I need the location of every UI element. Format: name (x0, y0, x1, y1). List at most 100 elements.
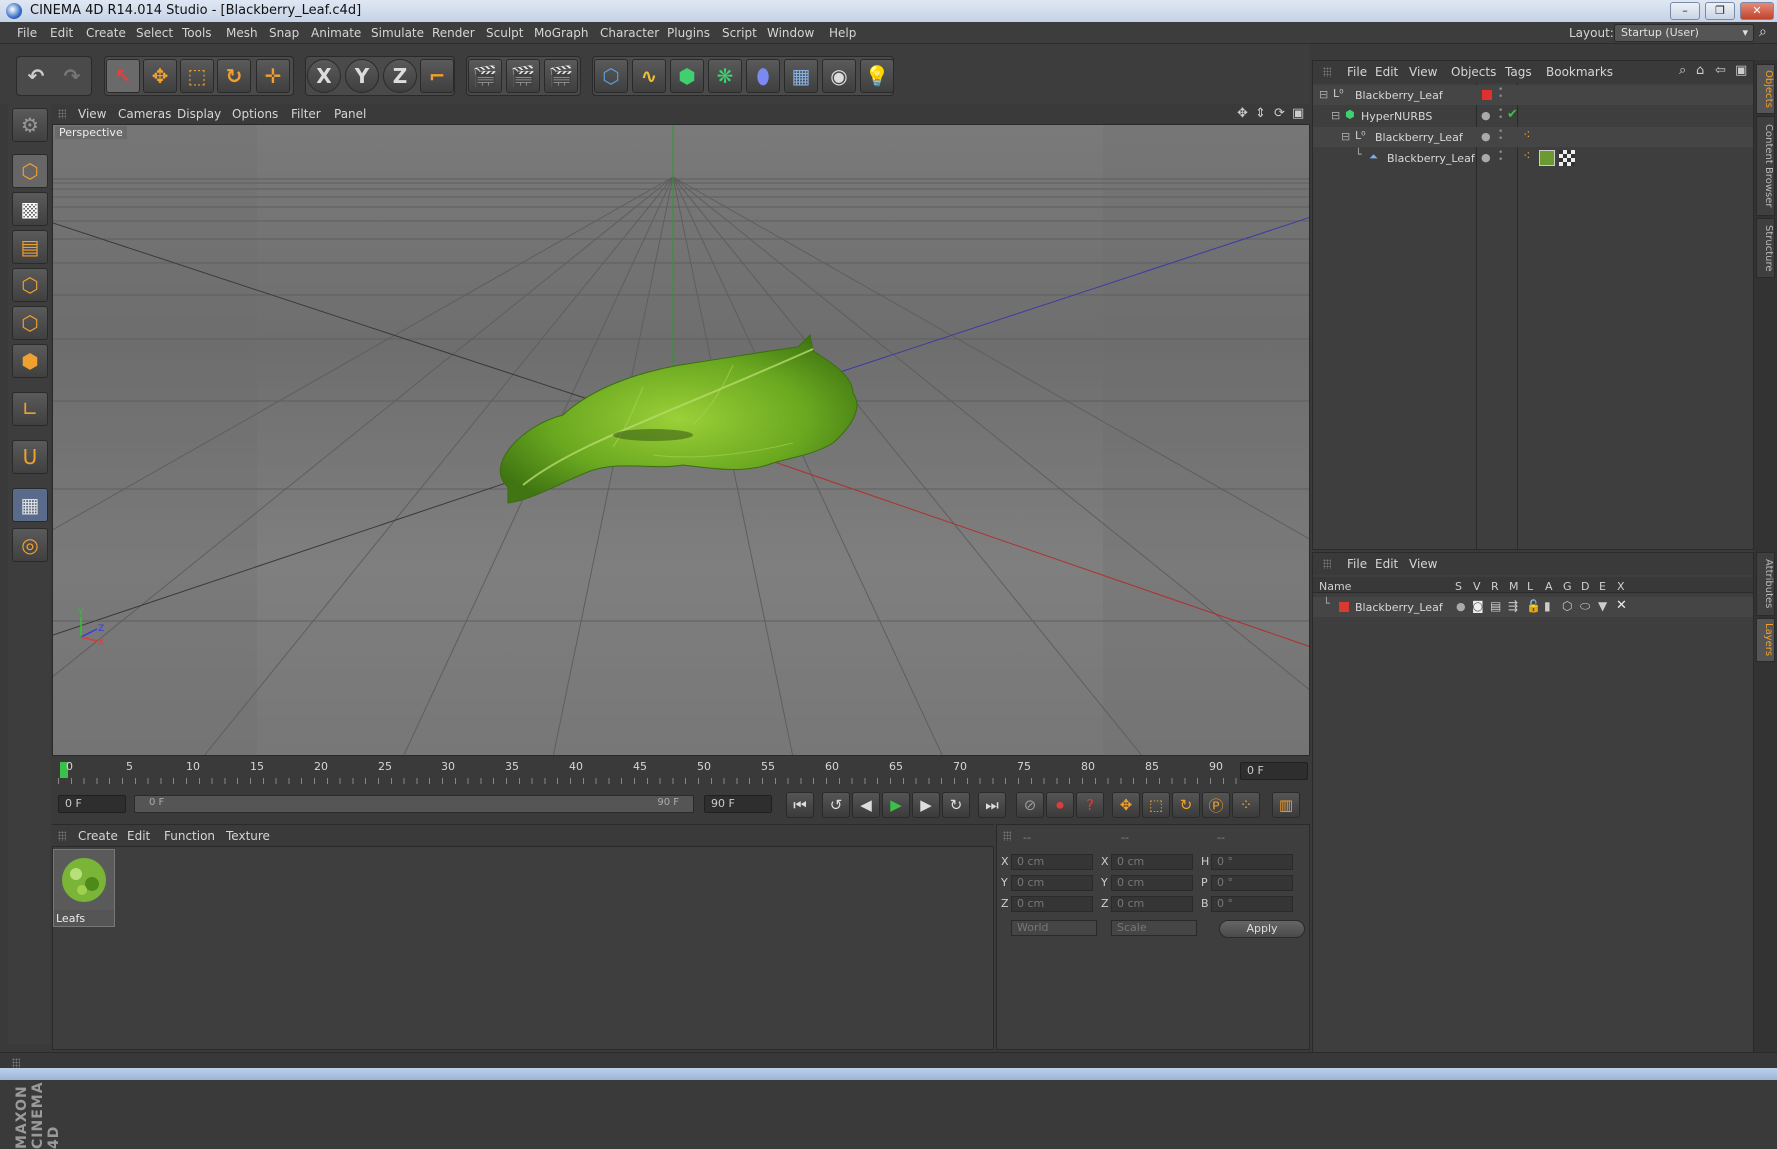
scene-floor-icon[interactable]: ▦ (784, 59, 818, 93)
redo-icon[interactable]: ↷ (55, 59, 89, 93)
model-mode-icon[interactable]: ⬡ (12, 154, 48, 188)
material-menu-function[interactable]: Function (164, 829, 215, 843)
rot-b-field[interactable]: 0 ° (1211, 896, 1293, 912)
menu-simulate[interactable]: Simulate (371, 26, 424, 40)
layer-color-swatch[interactable] (1339, 602, 1349, 612)
previous-frame-icon[interactable]: ◀ (852, 792, 880, 818)
view-toggle-icon[interactable]: ◙ (1472, 599, 1484, 613)
menu-help[interactable]: Help (829, 26, 856, 40)
layer-color-tag[interactable] (1482, 90, 1492, 100)
render-picture-viewer-icon[interactable]: 🎬 (506, 59, 540, 93)
timeline-layout-icon[interactable]: ▥ (1272, 792, 1300, 818)
rot-p-field[interactable]: 0 ° (1211, 875, 1293, 891)
menu-file[interactable]: File (17, 26, 37, 40)
key-rotation-icon[interactable]: ↻ (1172, 792, 1200, 818)
pan-view-icon[interactable]: ✥ (1237, 106, 1248, 121)
viewport-menu-options[interactable]: Options (232, 107, 278, 121)
animation-toggle-icon[interactable]: ▮ (1544, 599, 1551, 613)
coordinate-mode-select[interactable]: World (1011, 920, 1097, 936)
column-name[interactable]: Name (1319, 580, 1351, 593)
timeline-ruler[interactable]: 0 5 10 15 20 25 30 35 40 45 50 55 60 65 … (52, 756, 1310, 786)
layer-row[interactable]: └ Blackberry_Leaf ● ◙ ▤ ⇶ 🔓 ▮ ⬡ ⬭ ▼ ✕ (1313, 597, 1753, 617)
visibility-dots[interactable]: • • (1498, 107, 1503, 123)
column-manager[interactable]: M (1509, 580, 1519, 593)
collapse-toggle-icon[interactable]: ⊟ (1341, 130, 1350, 143)
cube-primitive-icon[interactable]: ⬡ (594, 59, 628, 93)
key-parameter-icon[interactable]: Ⓟ (1202, 792, 1230, 818)
menu-script[interactable]: Script (722, 26, 757, 40)
material-menu-edit[interactable]: Edit (127, 829, 150, 843)
tab-attributes[interactable]: Attributes (1756, 552, 1775, 616)
display-tag-icon[interactable]: ⁖ (1523, 128, 1531, 143)
visibility-dots[interactable]: • • (1498, 128, 1503, 144)
render-settings-icon[interactable]: 🎬 (544, 59, 578, 93)
move-tool-icon[interactable]: ✥ (143, 59, 177, 93)
key-scale-icon[interactable]: ⬚ (1142, 792, 1170, 818)
go-to-end-icon[interactable]: ⏭ (978, 792, 1006, 818)
pos-z-field[interactable]: 0 cm (1011, 896, 1093, 912)
object-row[interactable]: ⊟ L⁰ Blackberry_Leaf ● • • ⁖ (1313, 127, 1753, 147)
solo-toggle-icon[interactable]: ● (1456, 600, 1466, 613)
deformers-toggle-icon[interactable]: ⬭ (1580, 599, 1590, 614)
visibility-dots[interactable]: • • (1498, 149, 1503, 165)
editor-visibility-dot[interactable]: ● (1481, 151, 1491, 164)
size-mode-select[interactable]: Scale (1111, 920, 1197, 936)
pos-x-field[interactable]: 0 cm (1011, 854, 1093, 870)
next-frame-icon[interactable]: ▶ (912, 792, 940, 818)
tab-layers[interactable]: Layers (1756, 618, 1775, 662)
zoom-view-icon[interactable]: ⇕ (1255, 106, 1266, 121)
column-view[interactable]: V (1473, 580, 1481, 593)
maximize-view-icon[interactable]: ▣ (1292, 106, 1304, 121)
objects-menu-view[interactable]: View (1409, 65, 1437, 79)
workplane-mode-icon[interactable]: ▤ (12, 230, 48, 264)
size-x-field[interactable]: 0 cm (1111, 854, 1193, 870)
autokeying-icon[interactable]: ⏺ (1046, 792, 1074, 818)
key-position-icon[interactable]: ✥ (1112, 792, 1140, 818)
keyframe-selection-icon[interactable]: ? (1076, 792, 1104, 818)
column-expressions[interactable]: E (1599, 580, 1606, 593)
size-y-field[interactable]: 0 cm (1111, 875, 1193, 891)
tab-structure[interactable]: Structure (1756, 218, 1775, 278)
render-toggle-icon[interactable]: ▤ (1490, 599, 1501, 613)
material-tag-icon[interactable] (1539, 150, 1555, 166)
play-forward-icon[interactable]: ▶ (882, 792, 910, 818)
material-menu-create[interactable]: Create (78, 829, 118, 843)
deformer-icon[interactable]: ⬮ (746, 59, 780, 93)
menu-render[interactable]: Render (432, 26, 475, 40)
size-z-field[interactable]: 0 cm (1111, 896, 1193, 912)
texture-mode-icon[interactable]: ▩ (12, 192, 48, 226)
rotate-tool-icon[interactable]: ↻ (217, 59, 251, 93)
layout-select[interactable]: Startup (User) ▾ (1614, 24, 1754, 42)
render-view-icon[interactable]: 🎬 (468, 59, 502, 93)
planar-workplane-icon[interactable]: ◎ (12, 528, 48, 562)
light-icon[interactable]: 💡 (860, 59, 894, 93)
viewport-menu-filter[interactable]: Filter (291, 107, 321, 121)
menu-plugins[interactable]: Plugins (667, 26, 710, 40)
object-row[interactable]: └ ⏶ Blackberry_Leaf ● • • ⁖ (1313, 148, 1753, 168)
rot-h-field[interactable]: 0 ° (1211, 854, 1293, 870)
snap-magnet-icon[interactable]: U (12, 440, 48, 474)
go-to-start-icon[interactable]: ⏮ (786, 792, 814, 818)
column-generators[interactable]: G (1563, 580, 1572, 593)
column-solo[interactable]: S (1455, 580, 1462, 593)
start-frame-field[interactable]: 0 F (58, 795, 126, 813)
object-row[interactable]: ⊟ L⁰ Blackberry_Leaf • • (1313, 85, 1753, 105)
viewport-menu-display[interactable]: Display (177, 107, 221, 121)
collapse-toggle-icon[interactable]: ⊟ (1319, 88, 1328, 101)
x-axis-lock-button[interactable]: X (307, 59, 341, 93)
layers-menu-file[interactable]: File (1347, 557, 1367, 571)
objects-menu-bookmarks[interactable]: Bookmarks (1546, 65, 1613, 79)
live-selection-icon[interactable]: ↖ (106, 59, 140, 93)
rotate-view-icon[interactable]: ⟳ (1274, 106, 1285, 121)
xref-toggle-icon[interactable]: ✕ (1616, 598, 1627, 613)
close-button[interactable]: ✕ (1740, 2, 1774, 20)
collapse-toggle-icon[interactable]: ⊟ (1331, 109, 1340, 122)
menu-sculpt[interactable]: Sculpt (486, 26, 523, 40)
pos-y-field[interactable]: 0 cm (1011, 875, 1093, 891)
apply-button[interactable]: Apply (1219, 920, 1305, 938)
next-key-icon[interactable]: ↻ (942, 792, 970, 818)
make-editable-icon[interactable]: ⚙ (12, 108, 48, 142)
search-icon[interactable]: ⌕ (1679, 63, 1686, 78)
menu-select[interactable]: Select (136, 26, 173, 40)
back-icon[interactable]: ⇦ (1715, 63, 1726, 78)
